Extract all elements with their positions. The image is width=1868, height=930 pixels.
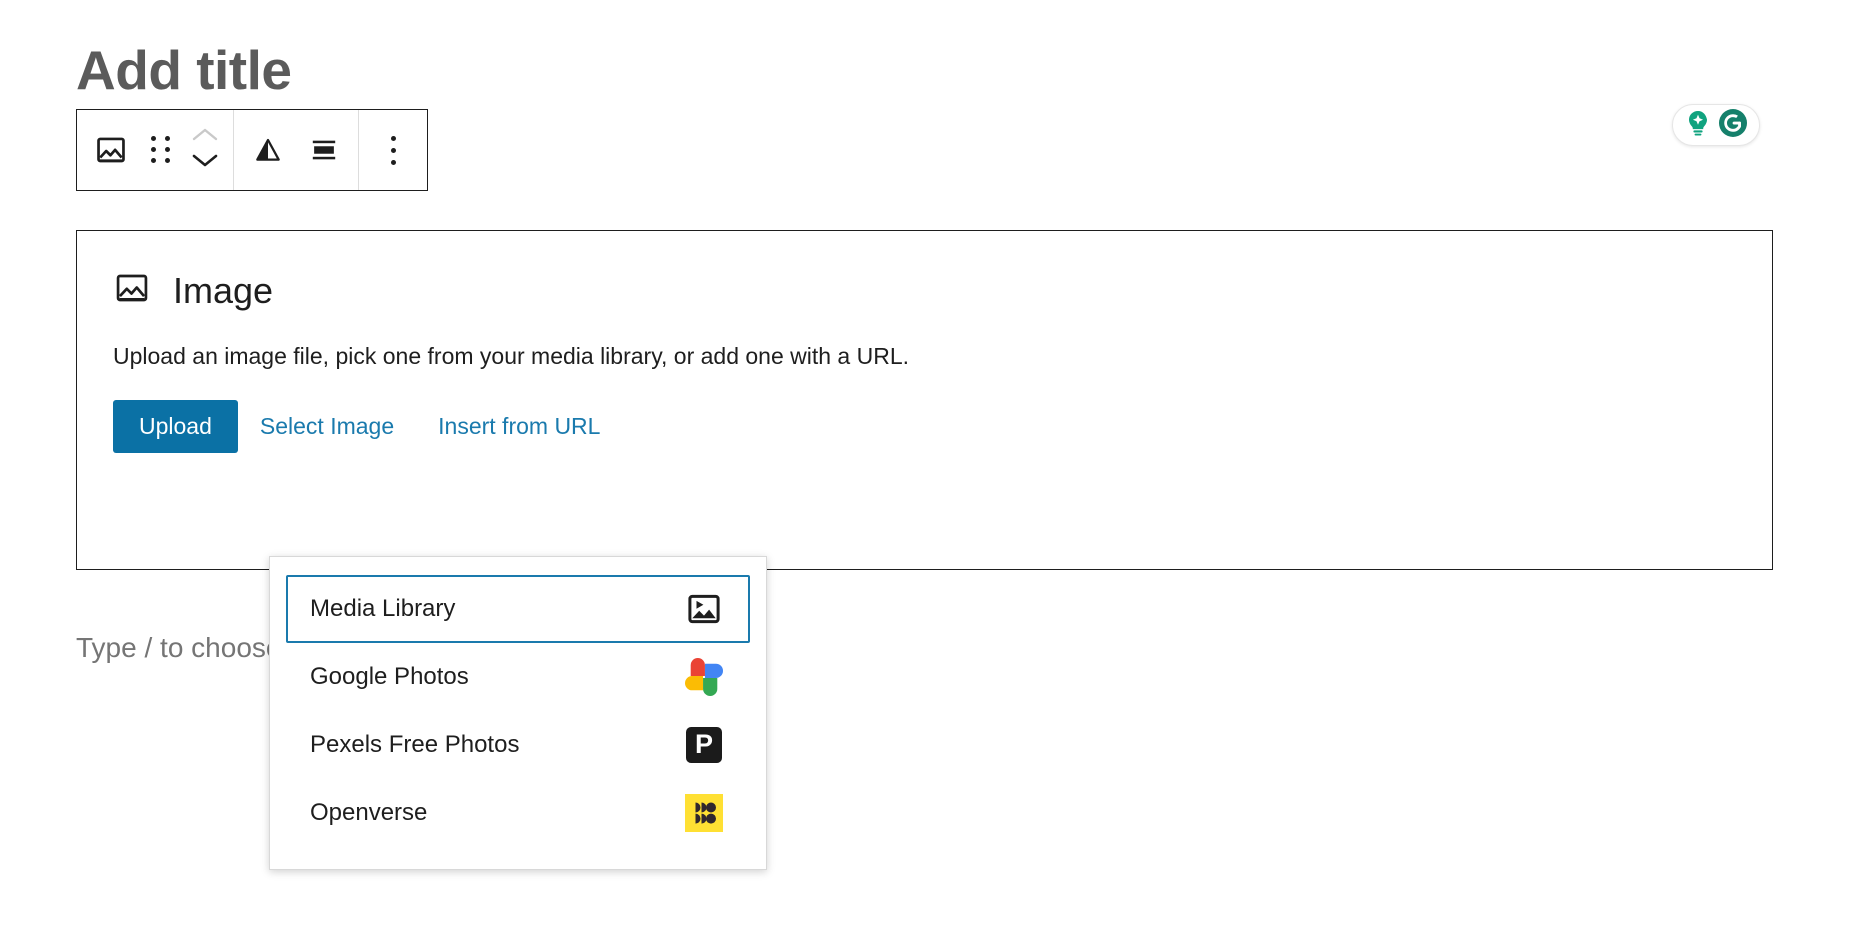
move-up-icon[interactable] (192, 127, 218, 147)
image-icon (113, 269, 151, 312)
menu-item-label: Media Library (310, 595, 456, 622)
menu-item-label: Google Photos (310, 663, 469, 690)
toolbar-group-block (77, 110, 234, 190)
insert-from-url-button[interactable]: Insert from URL (416, 400, 622, 453)
block-movers[interactable] (183, 110, 227, 190)
menu-item-label: Pexels Free Photos (310, 731, 520, 758)
full-width-icon[interactable] (296, 110, 352, 190)
grammarly-g-icon[interactable] (1716, 106, 1750, 145)
editor-canvas: Add title Type / to choose a block Image… (0, 0, 1868, 930)
image-placeholder-block: Image Upload an image file, pick one fro… (76, 230, 1773, 570)
lightbulb-sparkle-icon[interactable] (1682, 107, 1714, 144)
menu-item-label: Openverse (310, 799, 428, 826)
media-source-menu: Media Library Google Photos Pexels Free … (269, 556, 767, 870)
media-library-icon (682, 587, 726, 631)
drag-handle-icon[interactable] (139, 110, 183, 190)
block-toolbar (76, 109, 428, 191)
select-image-button[interactable]: Select Image (238, 400, 416, 453)
move-down-icon[interactable] (192, 153, 218, 173)
post-title-placeholder[interactable]: Add title (76, 41, 292, 100)
menu-item-google-photos[interactable]: Google Photos (286, 643, 750, 711)
image-block-title: Image (173, 269, 274, 311)
google-photos-icon (682, 655, 726, 699)
toolbar-group-more (359, 110, 427, 190)
image-block-actions: Upload Select Image Insert from URL (77, 372, 1772, 454)
openverse-icon (682, 791, 726, 835)
upload-button[interactable]: Upload (113, 400, 238, 454)
vertical-ellipsis (390, 135, 396, 165)
menu-item-pexels-free-photos[interactable]: Pexels Free Photos P (286, 711, 750, 779)
menu-item-media-library[interactable]: Media Library (286, 575, 750, 643)
grammarly-widget[interactable] (1672, 104, 1760, 146)
block-type-image-icon[interactable] (83, 110, 139, 190)
image-block-description: Upload an image file, pick one from your… (113, 343, 910, 369)
align-icon[interactable] (240, 110, 296, 190)
openverse-badge (685, 794, 723, 832)
toolbar-group-align (234, 110, 359, 190)
more-options-icon[interactable] (365, 110, 421, 190)
menu-item-openverse[interactable]: Openverse (286, 779, 750, 847)
pexels-icon: P (682, 723, 726, 767)
pexels-badge: P (686, 727, 722, 763)
image-block-header: Image (77, 231, 1772, 312)
drag-dots (150, 136, 172, 163)
